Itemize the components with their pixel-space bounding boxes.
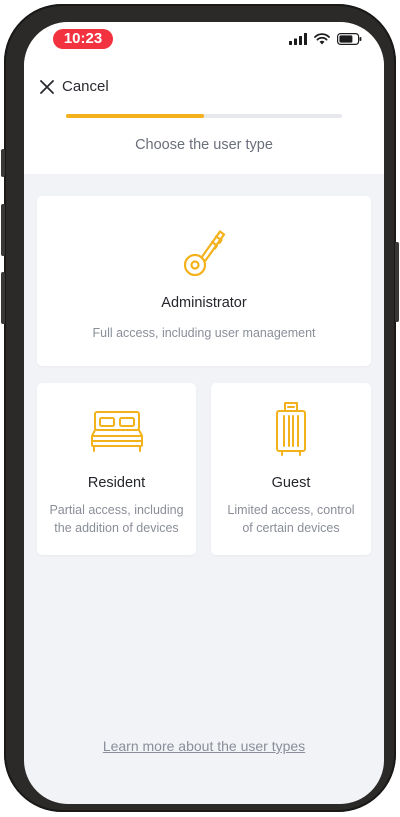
- progress-bar: [66, 114, 342, 118]
- volume-up-button: [1, 204, 5, 256]
- page-subtitle: Choose the user type: [135, 137, 273, 153]
- card-description: Partial access, including the addition o…: [49, 503, 184, 535]
- card-title: Administrator: [161, 295, 247, 311]
- battery-icon: [337, 33, 362, 45]
- user-type-card-guest[interactable]: Guest Limited access, control of certain…: [211, 383, 371, 555]
- status-icons: [289, 33, 362, 45]
- card-title: Guest: [271, 475, 311, 491]
- card-description: Limited access, control of certain devic…: [227, 503, 355, 535]
- bed-icon: [91, 411, 143, 452]
- header-area: 10:23 Cancel Choose the user type: [24, 22, 384, 174]
- suitcase-icon: [276, 402, 306, 456]
- cellular-signal-icon: [289, 33, 307, 45]
- progress-bar-fill: [66, 114, 204, 118]
- action-button: [1, 149, 5, 177]
- volume-down-button: [1, 272, 5, 324]
- card-title: Resident: [87, 475, 146, 491]
- wifi-icon: [314, 33, 330, 45]
- cancel-button[interactable]: Cancel: [40, 78, 109, 95]
- cancel-label: Cancel: [62, 78, 109, 95]
- app-screen: 10:23 Cancel Choose the user type Admini…: [24, 22, 384, 804]
- key-icon: [183, 230, 226, 277]
- status-time: 10:23: [53, 29, 113, 49]
- close-icon: [40, 79, 54, 94]
- user-type-card-administrator[interactable]: Administrator Full access, including use…: [37, 196, 371, 366]
- card-description: Full access, including user management: [92, 326, 316, 340]
- phone-frame: 10:23 Cancel Choose the user type Admini…: [1, 4, 399, 812]
- learn-more-link[interactable]: Learn more about the user types: [24, 738, 384, 754]
- power-button: [395, 242, 399, 322]
- user-type-card-resident[interactable]: Resident Partial access, including the a…: [37, 383, 196, 555]
